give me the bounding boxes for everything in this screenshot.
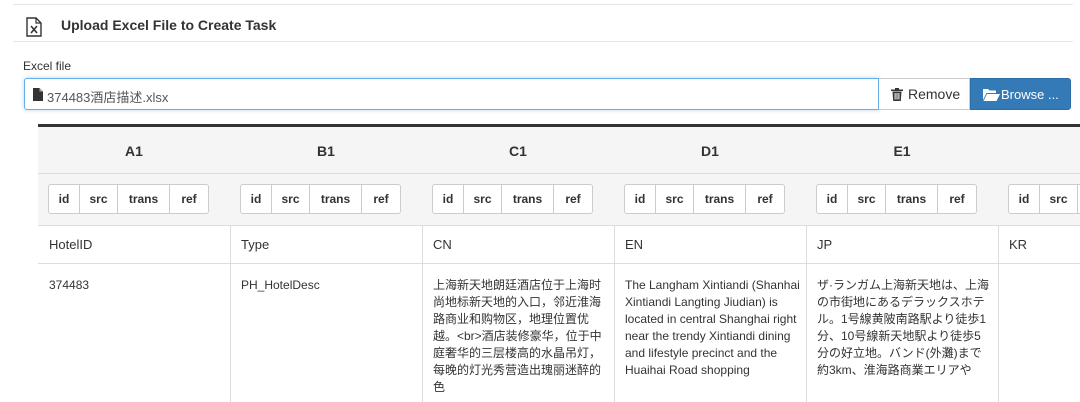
excel-file-icon: [26, 17, 42, 42]
panel-header: Upload Excel File to Create Task: [0, 5, 1080, 42]
trans-button[interactable]: trans: [310, 185, 362, 213]
header-cell: JP: [806, 226, 998, 264]
ref-button[interactable]: ref: [938, 185, 976, 213]
src-button[interactable]: src: [656, 185, 694, 213]
value-cell: 374483: [49, 278, 90, 292]
role-button-group: id src trans ref: [816, 184, 977, 214]
folder-open-icon: [983, 88, 1000, 106]
column-letter: A1: [125, 143, 143, 159]
header-cell-text: CN: [433, 237, 452, 252]
id-button[interactable]: id: [1009, 185, 1040, 213]
grid-column: B1 id src trans ref Type PH_HotelDesc: [230, 127, 423, 402]
column-role-toolbar: id src trans ref: [614, 174, 806, 226]
panel-title: Upload Excel File to Create Task: [61, 17, 277, 33]
ref-button[interactable]: ref: [170, 185, 208, 213]
file-name: 374483酒店描述.xlsx: [47, 90, 169, 105]
header-cell-text: EN: [625, 237, 644, 252]
column-role-toolbar: id src trans ref: [38, 174, 230, 226]
role-button-group: id src trans ref: [240, 184, 401, 214]
column-header: B1: [230, 127, 422, 174]
src-button[interactable]: src: [464, 185, 502, 213]
column-role-toolbar: id src trans ref: [806, 174, 998, 226]
column-letter: B1: [317, 143, 335, 159]
id-button[interactable]: id: [241, 185, 272, 213]
header-cell-text: KR: [1009, 237, 1028, 252]
header-cell: Type: [230, 226, 422, 264]
value-cell: ザ·ランガム上海新天地は、上海の市街地にあるデラックスホテル。1号線黄陂南路駅よ…: [817, 278, 989, 377]
column-role-toolbar: id src trans ref: [998, 174, 1080, 226]
column-role-toolbar: id src trans ref: [230, 174, 422, 226]
excel-preview-grid: A1 id src trans ref HotelID 374483 B1 id…: [38, 124, 1080, 402]
column-header: A1: [38, 127, 230, 174]
header-cell: CN: [422, 226, 614, 264]
grid-column: C1 id src trans ref CN 上海新天地朗廷酒店位于上海时尚地标…: [422, 127, 615, 402]
trans-button[interactable]: trans: [694, 185, 746, 213]
file-name-field[interactable]: 374483酒店描述.xlsx: [24, 78, 879, 110]
src-button[interactable]: src: [272, 185, 310, 213]
value-cell: The Langham Xintiandi (Shanhai Xintiandi…: [625, 278, 800, 377]
file-icon: [33, 88, 43, 106]
header-cell-text: Type: [241, 237, 270, 252]
column-header: D1: [614, 127, 806, 174]
header-divider: [13, 41, 1073, 42]
column-header: C1: [422, 127, 614, 174]
ref-button[interactable]: ref: [746, 185, 784, 213]
header-cell: HotelID: [38, 226, 230, 264]
excel-file-label: Excel file: [23, 59, 72, 73]
browse-button[interactable]: Browse ...: [970, 78, 1071, 110]
header-cell: KR: [998, 226, 1080, 264]
ref-button[interactable]: ref: [554, 185, 592, 213]
src-button[interactable]: src: [848, 185, 886, 213]
role-button-group: id src trans ref: [48, 184, 209, 214]
grid-column: D1 id src trans ref EN The Langham Xinti…: [614, 127, 807, 402]
grid-column: A1 id src trans ref HotelID 374483: [38, 127, 231, 402]
trans-button[interactable]: trans: [886, 185, 938, 213]
column-letter: E1: [893, 143, 911, 159]
header-cell-text: JP: [817, 237, 833, 252]
column-header: E1: [806, 127, 998, 174]
header-cell-text: HotelID: [49, 237, 93, 252]
value-cell: 上海新天地朗廷酒店位于上海时尚地标新天地的入口，邻近淮海路商业和购物区，地理位置…: [433, 278, 602, 394]
column-letter: D1: [701, 143, 719, 159]
trans-button[interactable]: trans: [118, 185, 170, 213]
remove-button[interactable]: Remove: [879, 78, 970, 110]
remove-label: Remove: [908, 86, 961, 102]
grid-column: E1 id src trans ref JP ザ·ランガム上海新天地は、上海の市…: [806, 127, 999, 402]
id-button[interactable]: id: [817, 185, 848, 213]
file-upload-group: 374483酒店描述.xlsx Remove Browse ...: [24, 78, 1071, 110]
ref-button[interactable]: ref: [362, 185, 400, 213]
header-cell: EN: [614, 226, 806, 264]
role-button-group: id src trans ref: [624, 184, 785, 214]
browse-label: Browse ...: [1001, 87, 1059, 102]
grid-column: id src trans ref KR: [998, 127, 1080, 402]
id-button[interactable]: id: [433, 185, 464, 213]
column-role-toolbar: id src trans ref: [422, 174, 614, 226]
id-button[interactable]: id: [625, 185, 656, 213]
id-button[interactable]: id: [49, 185, 80, 213]
column-letter: C1: [509, 143, 527, 159]
role-button-group: id src trans ref: [432, 184, 593, 214]
role-button-group: id src trans ref: [1008, 184, 1080, 214]
column-header: [998, 127, 1080, 174]
value-cell: PH_HotelDesc: [241, 278, 320, 292]
src-button[interactable]: src: [1040, 185, 1078, 213]
trans-button[interactable]: trans: [502, 185, 554, 213]
src-button[interactable]: src: [80, 185, 118, 213]
trash-icon: [891, 88, 903, 106]
